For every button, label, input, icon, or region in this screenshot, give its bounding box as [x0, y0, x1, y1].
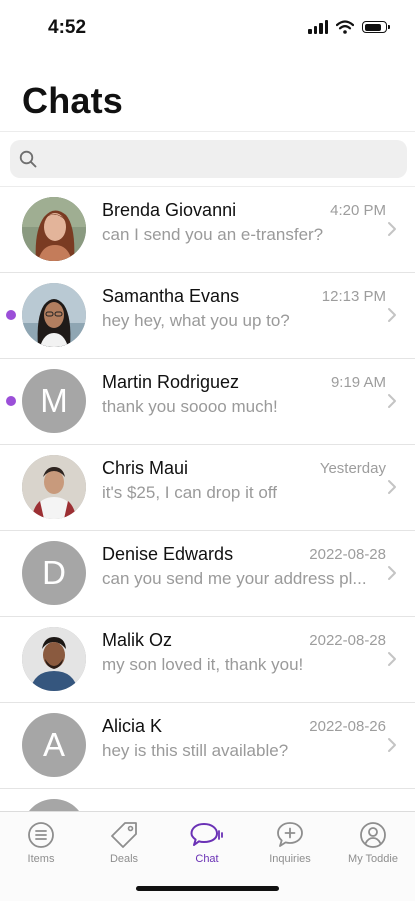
avatar [22, 283, 86, 347]
unread-indicator [6, 310, 16, 320]
chevron-right-icon [388, 738, 396, 752]
avatar: A [22, 713, 86, 777]
chat-preview: hey is this still available? [102, 741, 289, 760]
avatar-photo-icon [22, 197, 86, 261]
chat-timestamp: 2022-08-26 [309, 718, 386, 735]
chat-name: Alicia K [102, 716, 163, 736]
chat-list: Brenda Giovanni 4:20 PM can I send you a… [0, 187, 415, 811]
chat-row-samantha-evans[interactable]: Samantha Evans 12:13 PM hey hey, what yo… [0, 273, 415, 359]
chat-timestamp: Yesterday [319, 460, 386, 477]
avatar-photo-icon [22, 627, 86, 691]
chat-timestamp: 2022-08-28 [309, 546, 386, 563]
chevron-right-icon [388, 480, 396, 494]
tab-label: My Toddie [348, 853, 398, 865]
chat-preview: hey hey, what you up to? [102, 311, 290, 330]
chat-icon [190, 823, 223, 846]
status-time: 4:52 [48, 17, 87, 38]
home-indicator[interactable] [136, 886, 279, 891]
avatar [22, 799, 86, 811]
chat-row-denise-edwards[interactable]: D Denise Edwards 2022-08-28 can you send… [0, 531, 415, 617]
chat-name: Chris Maui [102, 458, 189, 478]
tab-my-toddie[interactable]: My Toddie [332, 820, 414, 865]
chat-timestamp: 2022-08-28 [309, 632, 386, 649]
page-title: Chats [22, 80, 124, 121]
chevron-right-icon [388, 652, 396, 666]
avatar [22, 627, 86, 691]
tab-items[interactable]: Items [0, 820, 82, 865]
chat-name: Denise Edwards [102, 544, 234, 564]
chevron-right-icon [388, 308, 396, 322]
chat-timestamp: 4:20 PM [330, 202, 386, 219]
search-bar[interactable] [10, 140, 407, 180]
wifi-icon [336, 20, 354, 34]
avatar [22, 455, 86, 519]
chat-timestamp: 9:19 AM [330, 374, 386, 391]
tab-label: Inquiries [269, 853, 311, 865]
chat-name: Malik Oz [102, 630, 173, 650]
cellular-signal-icon [308, 20, 328, 34]
chat-row-chris-maui[interactable]: Chris Maui Yesterday it's $25, I can dro… [0, 445, 415, 531]
unread-indicator [6, 396, 16, 406]
status-bar: 4:52 [0, 0, 415, 56]
chat-preview: my son loved it, thank you! [102, 655, 304, 674]
status-icons [308, 20, 390, 34]
chevron-right-icon [388, 566, 396, 580]
tab-deals[interactable]: Deals [83, 820, 165, 865]
battery-icon [362, 21, 390, 33]
chat-row-alicia-k[interactable]: A Alicia K 2022-08-26 hey is this still … [0, 703, 415, 789]
tab-label: Deals [109, 853, 139, 865]
chat-preview: thank you soooo much! [102, 397, 278, 416]
tab-label: Chat [195, 853, 219, 865]
search-icon [19, 150, 37, 168]
items-icon [28, 822, 54, 848]
chat-name: Brenda Giovanni [102, 200, 237, 220]
chat-row-malik-oz[interactable]: Malik Oz 2022-08-28 my son loved it, tha… [0, 617, 415, 703]
search-input[interactable] [46, 140, 400, 180]
avatar-photo-icon [22, 455, 86, 519]
avatar: D [22, 541, 86, 605]
avatar: M [22, 369, 86, 433]
chat-row-brenda-giovanni[interactable]: Brenda Giovanni 4:20 PM can I send you a… [0, 187, 415, 273]
avatar-initial: D [42, 554, 66, 591]
tab-inquiries[interactable]: Inquiries [249, 820, 331, 865]
avatar [22, 197, 86, 261]
chat-name: Samantha Evans [102, 286, 240, 306]
inquiry-icon [277, 822, 303, 847]
chat-timestamp: 12:13 PM [321, 288, 386, 305]
chat-row-martin-rodriguez[interactable]: M Martin Rodriguez 9:19 AM thank you soo… [0, 359, 415, 445]
tag-icon [111, 822, 137, 848]
avatar-initial: A [42, 726, 65, 763]
chat-preview: can I send you an e-transfer? [102, 225, 324, 244]
chat-preview: can you send me your address pl... [102, 569, 367, 588]
chevron-right-icon [388, 222, 396, 236]
chat-preview: it's $25, I can drop it off [102, 483, 277, 502]
chat-row-partial[interactable] [0, 789, 415, 811]
chat-name: Martin Rodriguez [102, 372, 240, 392]
tab-label: Items [27, 853, 55, 865]
header-divider [0, 131, 415, 132]
avatar-initial: M [40, 382, 68, 419]
profile-icon [360, 822, 386, 848]
avatar-photo-icon [22, 283, 86, 347]
tab-chat[interactable]: Chat [166, 820, 248, 865]
chevron-right-icon [388, 394, 396, 408]
